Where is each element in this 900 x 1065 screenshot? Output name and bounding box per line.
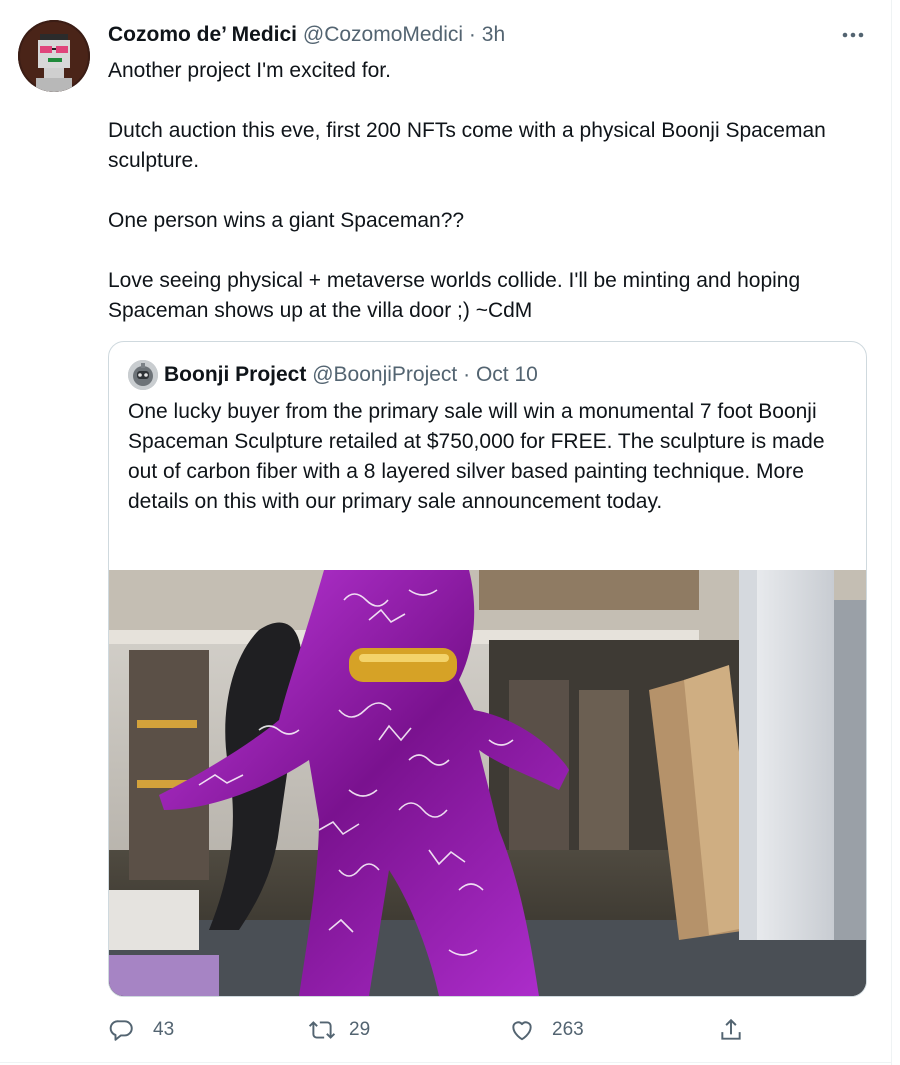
spaceman-sculpture-photo — [109, 570, 866, 996]
tweet-paragraph: Another project I'm excited for. — [108, 59, 391, 82]
quoted-media-photo[interactable] — [109, 570, 866, 996]
share-button[interactable] — [717, 1010, 745, 1050]
separator-dot: · — [468, 23, 476, 46]
tweet-action-bar: 43 29 263 — [0, 1010, 900, 1050]
retweet-count: 29 — [349, 1019, 371, 1040]
quoted-author-handle[interactable]: @BoonjiProject — [312, 363, 457, 386]
like-button[interactable]: 263 — [508, 1010, 584, 1050]
quoted-avatar-image — [128, 360, 158, 390]
tweet-timestamp[interactable]: 3h — [482, 23, 505, 46]
quoted-text: One lucky buyer from the primary sale wi… — [128, 400, 825, 513]
retweet-button[interactable]: 29 — [308, 1010, 370, 1050]
quoted-separator-dot: · — [463, 363, 471, 386]
author-avatar-image — [18, 20, 90, 92]
tweet-paragraph: One person wins a giant Spaceman?? — [108, 209, 465, 232]
author-handle[interactable]: @CozomoMedici — [303, 23, 463, 46]
author-name[interactable]: Cozomo de’ Medici — [108, 23, 297, 46]
retweet-icon — [308, 1016, 336, 1044]
tweet-header: Cozomo de’ Medici @CozomoMedici · 3h — [108, 22, 505, 48]
timeline-right-border — [891, 0, 892, 1065]
quoted-tweet[interactable]: Boonji Project @BoonjiProject · Oct 10 O… — [108, 341, 867, 997]
reply-button[interactable]: 43 — [108, 1010, 174, 1050]
reply-icon — [108, 1016, 136, 1044]
heart-icon — [508, 1016, 536, 1044]
reply-count: 43 — [153, 1019, 175, 1040]
quoted-author-name[interactable]: Boonji Project — [164, 363, 306, 386]
tweet-paragraph: Love seeing physical + metaverse worlds … — [108, 269, 801, 322]
share-icon — [717, 1016, 745, 1044]
author-avatar[interactable] — [18, 20, 90, 92]
more-options-button[interactable] — [838, 22, 868, 48]
more-icon — [842, 32, 864, 38]
like-count: 263 — [552, 1019, 584, 1040]
tweet-divider — [0, 1062, 892, 1063]
tweet-paragraph: Dutch auction this eve, first 200 NFTs c… — [108, 119, 826, 172]
tweet-body: Another project I'm excited for. Dutch a… — [108, 56, 868, 326]
quoted-author-avatar[interactable] — [128, 360, 158, 390]
quoted-timestamp[interactable]: Oct 10 — [476, 363, 538, 386]
quoted-header: Boonji Project @BoonjiProject · Oct 10 — [164, 362, 538, 388]
